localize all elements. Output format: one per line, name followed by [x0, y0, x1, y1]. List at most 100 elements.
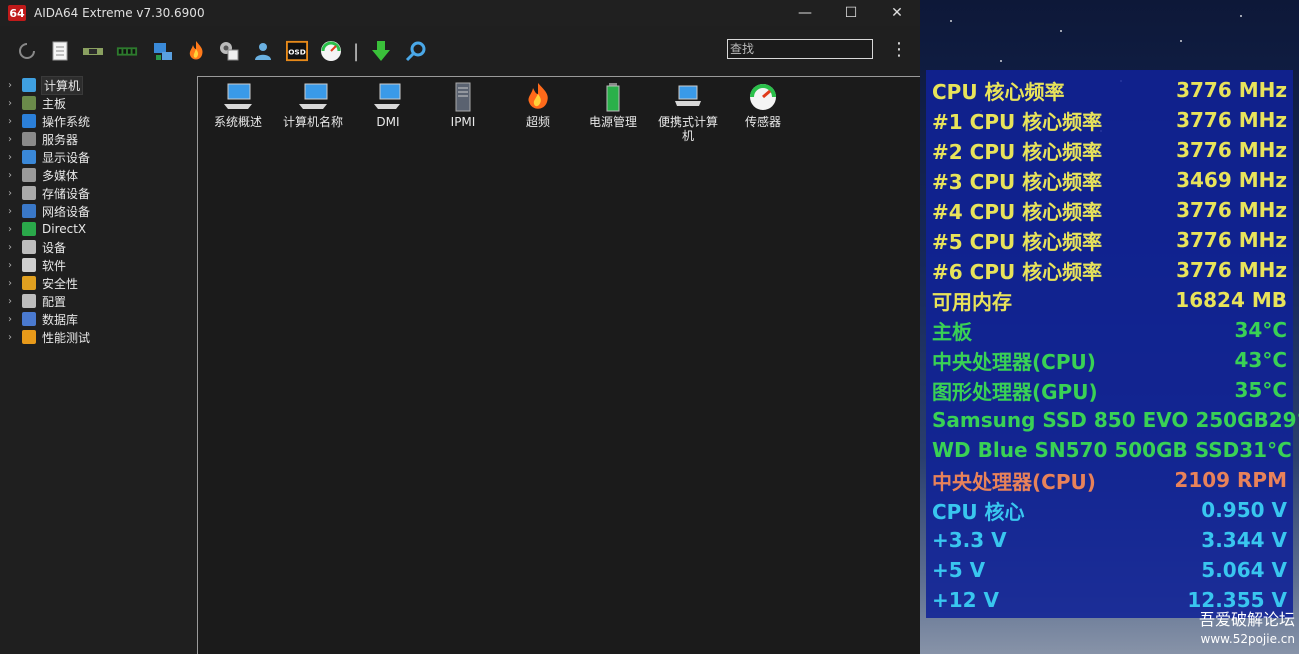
tree-item[interactable]: › DirectX: [8, 220, 86, 238]
maximize-button[interactable]: ☐: [828, 0, 874, 26]
content-item[interactable]: 电源管理: [575, 81, 651, 129]
tree-item-label: 存储设备: [42, 186, 91, 201]
chevron-right-icon[interactable]: ›: [8, 242, 18, 253]
tree-item-label: 网络设备: [42, 204, 91, 219]
osd-value: 5.064 V: [1201, 558, 1287, 582]
content-item[interactable]: DMI: [350, 81, 426, 129]
content-item[interactable]: 便携式计算机: [650, 81, 726, 143]
osd-row: Samsung SSD 850 EVO 250GB29°C: [932, 405, 1299, 435]
tree-item-label: 服务器: [42, 132, 79, 147]
gear-icon: [22, 294, 36, 308]
report-icon[interactable]: [49, 40, 71, 62]
osd-label: #6 CPU 核心频率: [932, 259, 1103, 284]
osd-value: 3.344 V: [1201, 528, 1287, 552]
tree-item[interactable]: › 主板: [8, 94, 66, 112]
search-input[interactable]: [727, 39, 873, 59]
app-logo: 64: [8, 5, 26, 21]
minimize-button[interactable]: —: [782, 0, 828, 26]
more-options-icon[interactable]: ⋮: [890, 40, 908, 62]
watermark: 吾爱破解论坛 www.52pojie.cn: [1170, 606, 1295, 646]
chevron-right-icon[interactable]: ›: [8, 206, 18, 217]
chevron-right-icon[interactable]: ›: [8, 152, 18, 163]
osd-label: 主板: [932, 319, 972, 344]
chevron-right-icon[interactable]: ›: [8, 296, 18, 307]
tree-item[interactable]: › 计算机: [8, 75, 84, 95]
monitor-icon: [22, 150, 36, 164]
motherboard-icon: [22, 96, 36, 110]
memory-module-icon[interactable]: [116, 40, 138, 62]
osd-value: 3469 MHz: [1176, 168, 1287, 192]
osd-row: CPU 核心频率 3776 MHz: [932, 75, 1287, 105]
tree-item[interactable]: › 显示设备: [8, 148, 90, 166]
osd-row: 中央处理器(CPU) 2109 RPM: [932, 465, 1287, 495]
server-icon: [22, 132, 36, 146]
content-item[interactable]: 超频: [500, 81, 576, 129]
star: [1060, 30, 1062, 32]
system-stability-icon[interactable]: [218, 40, 240, 62]
database-icon: [22, 312, 36, 326]
tree-item[interactable]: › 软件: [8, 256, 66, 274]
tree-item[interactable]: › 操作系统: [8, 112, 90, 130]
close-button[interactable]: ✕: [874, 0, 920, 26]
tree-item[interactable]: › 存储设备: [8, 184, 90, 202]
tree-item[interactable]: › 数据库: [8, 310, 78, 328]
chevron-right-icon[interactable]: ›: [8, 278, 18, 289]
content-item[interactable]: 计算机名称: [275, 81, 351, 129]
tree-item[interactable]: › 性能测试: [8, 328, 90, 346]
osd-row: #5 CPU 核心频率 3776 MHz: [932, 225, 1287, 255]
chevron-right-icon[interactable]: ›: [8, 134, 18, 145]
flame-icon[interactable]: [185, 40, 207, 62]
search-icon[interactable]: [405, 40, 427, 62]
osd-label: 图形处理器(GPU): [932, 379, 1098, 404]
osd-label: +3.3 V: [932, 528, 1007, 552]
osd-row: #2 CPU 核心频率 3776 MHz: [932, 135, 1287, 165]
chevron-right-icon[interactable]: ›: [8, 260, 18, 271]
device-icon: [22, 240, 36, 254]
chevron-right-icon[interactable]: ›: [8, 224, 18, 235]
tree-item[interactable]: › 服务器: [8, 130, 78, 148]
tree-item[interactable]: › 安全性: [8, 274, 78, 292]
chevron-right-icon[interactable]: ›: [8, 116, 18, 127]
content-item[interactable]: 传感器: [725, 81, 801, 129]
content-item[interactable]: IPMI: [425, 81, 501, 129]
content-item-label: 系统概述: [213, 115, 262, 129]
tree-item-label: 操作系统: [42, 114, 91, 129]
star: [950, 20, 952, 22]
osd-row: +5 V 5.064 V: [932, 555, 1287, 585]
download-arrow-icon[interactable]: [370, 40, 392, 62]
osd-label: +5 V: [932, 558, 986, 582]
tree-item[interactable]: › 设备: [8, 238, 66, 256]
osd-row: #1 CPU 核心频率 3776 MHz: [932, 105, 1287, 135]
content-item[interactable]: 系统概述: [200, 81, 276, 129]
osd-icon[interactable]: OSD: [286, 40, 308, 62]
sensor-gauge-icon: [747, 81, 779, 113]
sensor-gauge-icon[interactable]: [320, 40, 342, 62]
chevron-right-icon[interactable]: ›: [8, 170, 18, 181]
chevron-right-icon[interactable]: ›: [8, 188, 18, 199]
osd-label: #1 CPU 核心频率: [932, 109, 1103, 134]
osd-row: 可用内存 16824 MB: [932, 285, 1287, 315]
chevron-right-icon[interactable]: ›: [8, 80, 18, 91]
speaker-icon: [22, 168, 36, 182]
osd-row: #6 CPU 核心频率 3776 MHz: [932, 255, 1287, 285]
cpu-chip-icon[interactable]: [82, 40, 104, 62]
network-audit-icon[interactable]: [152, 40, 174, 62]
user-icon[interactable]: [252, 40, 274, 62]
dmi-icon: [372, 81, 404, 113]
tree-item[interactable]: › 配置: [8, 292, 66, 310]
software-icon: [22, 258, 36, 272]
tree-item-label: 设备: [42, 240, 67, 255]
computer-icon: [22, 78, 36, 92]
tree-item[interactable]: › 网络设备: [8, 202, 90, 220]
tree-item-label: 显示设备: [42, 150, 91, 165]
refresh-icon[interactable]: [16, 40, 38, 62]
content-item-label: 电源管理: [588, 115, 637, 129]
chevron-right-icon[interactable]: ›: [8, 98, 18, 109]
osd-label: +12 V: [932, 588, 1000, 612]
overclock-flame-icon: [522, 81, 554, 113]
osd-row: #3 CPU 核心频率 3469 MHz: [932, 165, 1287, 195]
tree-item[interactable]: › 多媒体: [8, 166, 78, 184]
chevron-right-icon[interactable]: ›: [8, 332, 18, 343]
osd-label: Samsung SSD 850 EVO 250GB: [932, 408, 1269, 432]
chevron-right-icon[interactable]: ›: [8, 314, 18, 325]
